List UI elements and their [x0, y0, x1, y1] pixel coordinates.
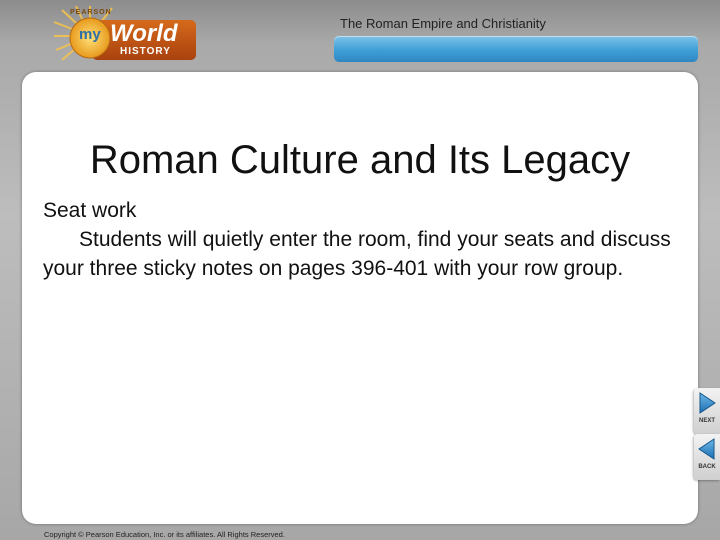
- play-left-icon: [698, 438, 715, 460]
- logo-prefix: my: [79, 26, 101, 43]
- myworld-history-logo: PEARSON my World HISTORY: [52, 5, 200, 64]
- play-right-icon: [699, 392, 716, 414]
- slide-body: Seat work Students will quietly enter th…: [43, 196, 683, 283]
- header-accent-bar: [334, 36, 698, 62]
- logo-brand: PEARSON: [70, 9, 112, 16]
- next-label: NEXT: [698, 418, 715, 424]
- body-heading: Seat work: [43, 199, 137, 222]
- slide-title: Roman Culture and Its Legacy: [89, 138, 631, 182]
- copyright-text: Copyright © Pearson Education, Inc. or i…: [44, 530, 285, 539]
- logo-sub: HISTORY: [120, 46, 171, 57]
- back-button[interactable]: BACK: [694, 434, 720, 480]
- logo-word: World: [110, 20, 178, 47]
- next-button[interactable]: NEXT: [694, 388, 720, 434]
- back-label: BACK: [698, 464, 716, 470]
- body-paragraph: Students will quietly enter the room, fi…: [43, 228, 671, 280]
- section-title: The Roman Empire and Christianity: [340, 16, 546, 31]
